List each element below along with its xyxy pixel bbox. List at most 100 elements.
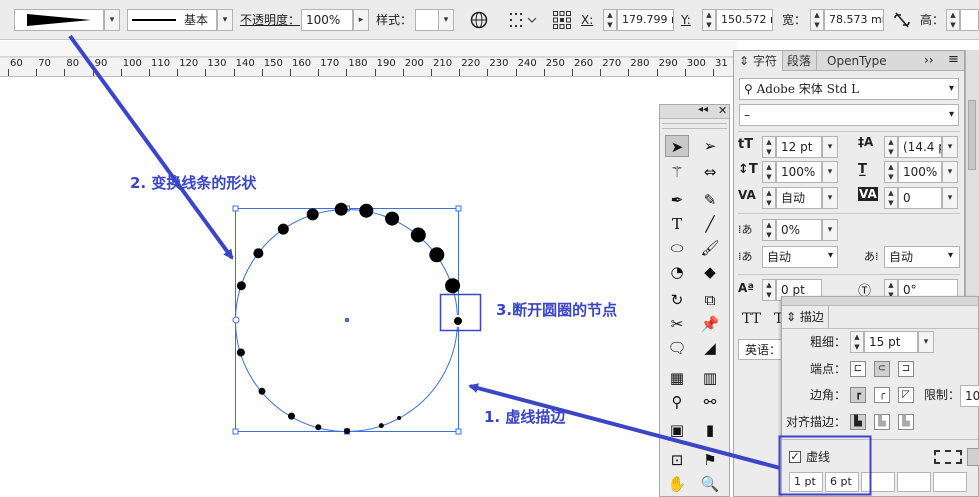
kerning-input[interactable]: 自动 bbox=[776, 187, 822, 209]
globe-icon[interactable] bbox=[470, 11, 488, 29]
round-join-icon[interactable]: ╭ bbox=[874, 387, 890, 403]
chevron-down-icon[interactable]: ▾ bbox=[822, 187, 838, 209]
weight-stepper[interactable]: ▲ ▼ bbox=[850, 331, 864, 353]
dashed-checkbox[interactable]: ✓ bbox=[789, 451, 801, 463]
graph-tool-icon[interactable]: ▮ bbox=[698, 419, 722, 441]
align-inside-icon[interactable]: ▙ bbox=[874, 414, 890, 430]
width-stepper[interactable]: ▲ ▼ bbox=[810, 9, 824, 31]
scale-tool-icon[interactable]: ⧉ bbox=[698, 289, 722, 311]
camera-tool-icon[interactable]: ▣ bbox=[665, 419, 689, 441]
panel-menu-icon[interactable]: ≡ bbox=[948, 52, 959, 67]
pin-tool-icon[interactable]: 📌 bbox=[698, 313, 722, 335]
stroke-type-select[interactable]: 基本 bbox=[127, 9, 217, 31]
bevel-join-icon[interactable]: ◸ bbox=[898, 387, 914, 403]
canvas[interactable] bbox=[0, 78, 660, 497]
chevron-down-icon[interactable]: ▾ bbox=[438, 9, 454, 31]
dash-input-3[interactable] bbox=[861, 472, 895, 492]
chevron-down-icon[interactable]: ▾ bbox=[822, 219, 838, 241]
width-input[interactable]: 78.573 mm bbox=[824, 9, 884, 31]
gap-input-3[interactable] bbox=[897, 472, 931, 492]
dash-input-4[interactable] bbox=[933, 472, 967, 492]
color-theme-tool-icon[interactable]: ⚯ bbox=[698, 391, 722, 413]
horizontal-scale-input[interactable]: 100% bbox=[898, 161, 942, 183]
dash-input[interactable]: 1 pt bbox=[789, 472, 823, 492]
close-icon[interactable]: ✕ bbox=[718, 104, 727, 117]
stroke-panel-tab[interactable]: ⇕ 描边 bbox=[782, 306, 829, 328]
gap-tool-icon[interactable]: ⇔ bbox=[698, 161, 722, 183]
horizontal-scale-stepper[interactable]: ▲ ▼ bbox=[884, 161, 898, 183]
height-stepper[interactable]: ▲ ▼ bbox=[946, 9, 960, 31]
direct-selection-tool-icon[interactable]: ➢ bbox=[698, 135, 722, 157]
font-style-select[interactable]: – ▾ bbox=[739, 104, 959, 126]
vertical-scale-stepper[interactable]: ▲ ▼ bbox=[762, 161, 776, 183]
collapse-icon[interactable]: ◂◂ bbox=[698, 104, 708, 115]
pattern-tool-icon[interactable]: ▦ bbox=[665, 367, 689, 389]
opacity-input[interactable]: 100% bbox=[301, 9, 353, 31]
x-stepper[interactable]: ▲ ▼ bbox=[603, 9, 617, 31]
free-transform-tool-icon[interactable]: ✂ bbox=[665, 313, 689, 335]
eyedropper-tool-icon[interactable]: ⚲ bbox=[665, 391, 689, 413]
selection-tool-icon[interactable]: ➤ bbox=[665, 135, 689, 157]
chevron-down-icon[interactable]: ▾ bbox=[942, 187, 958, 209]
leading-input[interactable]: (14.4 p bbox=[898, 136, 942, 158]
y-input[interactable]: 150.572 m bbox=[716, 9, 773, 31]
tab-character[interactable]: ⇕ 字符 bbox=[734, 51, 783, 71]
x-input[interactable]: 179.799 m bbox=[617, 9, 674, 31]
crop-tool-icon[interactable]: ⊡ bbox=[665, 449, 689, 471]
limit-input[interactable]: 10 bbox=[960, 385, 979, 407]
tsume-input[interactable]: 0% bbox=[776, 219, 822, 241]
rotate-tool-icon[interactable]: ↻ bbox=[665, 289, 689, 311]
font-family-select[interactable]: ⚲ Adobe 宋体 Std L ▾ bbox=[739, 78, 959, 100]
eraser-tool-icon[interactable]: ◆ bbox=[698, 261, 722, 283]
page-tool-icon[interactable]: ⚚ bbox=[665, 161, 689, 183]
gap-input[interactable]: 6 pt bbox=[825, 472, 859, 492]
shape-tool-icon[interactable]: ◔ bbox=[665, 261, 689, 283]
reference-point-icon[interactable] bbox=[552, 10, 572, 30]
pen-tool-icon[interactable]: ✒ bbox=[665, 189, 689, 211]
gradient-tool-icon[interactable]: ▥ bbox=[698, 367, 722, 389]
horizontal-ruler[interactable]: 60 70 80 90 100 110 120 130 140 150 160 170 180 190 20… bbox=[0, 57, 737, 77]
y-stepper[interactable]: ▲ ▼ bbox=[702, 9, 716, 31]
chevron-down-icon[interactable]: ▾ bbox=[822, 161, 838, 183]
hand-tool-icon[interactable]: ✋ bbox=[665, 473, 689, 495]
ellipse-frame-tool-icon[interactable]: ⬭ bbox=[665, 237, 689, 259]
butt-cap-icon[interactable]: ⊏ bbox=[850, 361, 866, 377]
tools-grip[interactable] bbox=[662, 123, 727, 129]
align-outside-icon[interactable]: ▙ bbox=[898, 414, 914, 430]
aki-left-select[interactable]: 自动 bbox=[762, 246, 838, 268]
all-caps-button[interactable]: TT bbox=[742, 311, 761, 327]
baseline-shift-stepper[interactable]: ▲ ▼ bbox=[762, 279, 776, 301]
chevron-down-icon[interactable]: ▾ bbox=[104, 9, 120, 31]
vertical-scale-input[interactable]: 100% bbox=[776, 161, 822, 183]
dash-corners-icon[interactable] bbox=[934, 450, 962, 464]
distribute-icon[interactable] bbox=[508, 11, 538, 29]
zoom-tool-icon[interactable]: 🔍 bbox=[698, 473, 722, 495]
kerning-stepper[interactable]: ▲ ▼ bbox=[762, 187, 776, 209]
tsume-stepper[interactable]: ▲ ▼ bbox=[762, 219, 776, 241]
projecting-cap-icon[interactable]: ⊐ bbox=[898, 361, 914, 377]
chevron-down-icon[interactable]: ▾ bbox=[942, 136, 958, 158]
pencil-tool-icon[interactable]: ✎ bbox=[698, 189, 722, 211]
round-cap-icon[interactable]: ⊂ bbox=[874, 361, 890, 377]
chevron-down-icon[interactable]: ▾ bbox=[217, 9, 233, 31]
font-size-stepper[interactable]: ▲ ▼ bbox=[762, 136, 776, 158]
scrollbar-thumb[interactable] bbox=[968, 100, 976, 170]
type-tool-icon[interactable]: T bbox=[665, 213, 689, 235]
font-size-input[interactable]: 12 pt bbox=[776, 136, 822, 158]
stroke-start-select[interactable] bbox=[14, 9, 104, 31]
paintbrush-tool-icon[interactable]: 🖌 bbox=[698, 237, 722, 259]
chevron-down-icon[interactable]: ▾ bbox=[918, 331, 934, 353]
chevron-down-icon[interactable]: ▾ bbox=[822, 136, 838, 158]
tracking-stepper[interactable]: ▲ ▼ bbox=[884, 187, 898, 209]
align-center-icon[interactable]: ▙ bbox=[850, 414, 866, 430]
height-input[interactable] bbox=[960, 9, 979, 31]
dash-preview-icon[interactable] bbox=[967, 448, 979, 466]
miter-join-icon[interactable]: ┏ bbox=[850, 387, 866, 403]
tab-opentype[interactable]: OpenType bbox=[822, 51, 892, 71]
tracking-input[interactable]: 0 bbox=[898, 187, 942, 209]
tab-paragraph[interactable]: 段落 bbox=[782, 51, 818, 71]
link-constrain-icon[interactable] bbox=[893, 12, 911, 28]
gradient-feather-tool-icon[interactable]: ◢ bbox=[698, 337, 722, 359]
chevron-down-icon[interactable]: ▾ bbox=[942, 161, 958, 183]
line-tool-icon[interactable]: ╱ bbox=[698, 213, 722, 235]
